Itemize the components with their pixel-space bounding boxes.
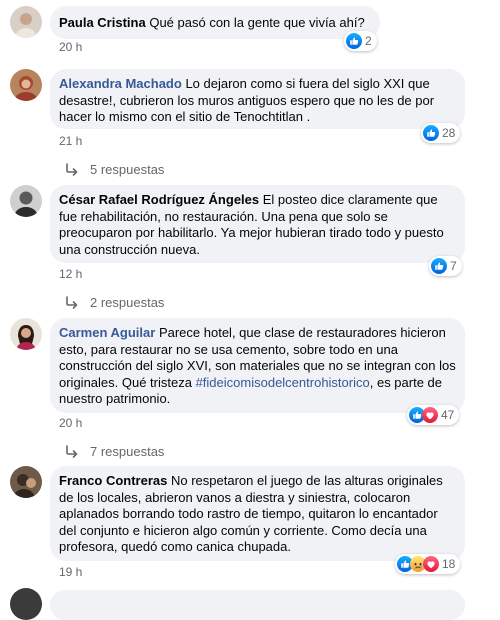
view-replies-button[interactable]: 7 respuestas [64, 444, 164, 459]
comment-author[interactable]: Carmen Aguilar [59, 325, 155, 340]
reply-arrow-icon [64, 445, 80, 459]
like-icon [431, 258, 447, 274]
comment-author[interactable]: Franco Contreras [59, 473, 167, 488]
reaction-summary[interactable]: 28 [421, 123, 461, 143]
replies-label: 2 respuestas [90, 295, 165, 310]
reaction-summary[interactable]: 47 [407, 405, 460, 425]
avatar[interactable] [10, 588, 42, 620]
comment-timestamp[interactable]: 20 h [59, 40, 82, 54]
reply-arrow-icon [64, 296, 80, 310]
hashtag-link[interactable]: #fideicomisodelcentrohistorico [196, 375, 370, 390]
reaction-summary[interactable]: 18 [395, 554, 461, 574]
comment-timestamp[interactable]: 19 h [59, 565, 82, 579]
reply-arrow-icon [64, 163, 80, 177]
comment-timestamp[interactable]: 20 h [59, 416, 82, 430]
avatar[interactable] [10, 466, 42, 498]
love-icon [423, 556, 439, 572]
reaction-count: 7 [450, 259, 457, 273]
avatar[interactable] [10, 185, 42, 217]
view-replies-button[interactable]: 2 respuestas [64, 295, 164, 310]
comment-timestamp[interactable]: 12 h [59, 267, 82, 281]
comment-bubble: César Rafael Rodríguez Ángeles El posteo… [50, 185, 465, 263]
reaction-count: 47 [441, 408, 455, 422]
avatar[interactable] [10, 318, 42, 350]
replies-label: 5 respuestas [90, 162, 165, 177]
avatar[interactable] [10, 6, 42, 38]
comment-author[interactable]: Paula Cristina [59, 15, 146, 30]
avatar[interactable] [10, 69, 42, 101]
comment-bubble: Franco Contreras No respetaron el juego … [50, 466, 465, 561]
like-icon [423, 125, 439, 141]
love-icon [422, 407, 438, 423]
reaction-count: 2 [365, 34, 372, 48]
comment-bubble: Paula Cristina Qué pasó con la gente que… [50, 6, 380, 39]
comment-author[interactable]: Alexandra Machado [59, 76, 182, 91]
comment-text: Qué pasó con la gente que vivía ahí? [149, 15, 365, 30]
comment-bubble: Carmen Aguilar Parece hotel, que clase d… [50, 318, 465, 413]
comment-timestamp[interactable]: 21 h [59, 134, 82, 148]
like-icon [346, 33, 362, 49]
comment-bubble: Alexandra Machado Lo dejaron como si fue… [50, 69, 465, 129]
reaction-summary[interactable]: 7 [429, 256, 462, 276]
replies-label: 7 respuestas [90, 444, 165, 459]
reaction-count: 28 [442, 126, 456, 140]
reaction-count: 18 [442, 557, 456, 571]
reaction-summary[interactable]: 2 [344, 31, 377, 51]
comment-author[interactable]: César Rafael Rodríguez Ángeles [59, 192, 259, 207]
view-replies-button[interactable]: 5 respuestas [64, 162, 164, 177]
